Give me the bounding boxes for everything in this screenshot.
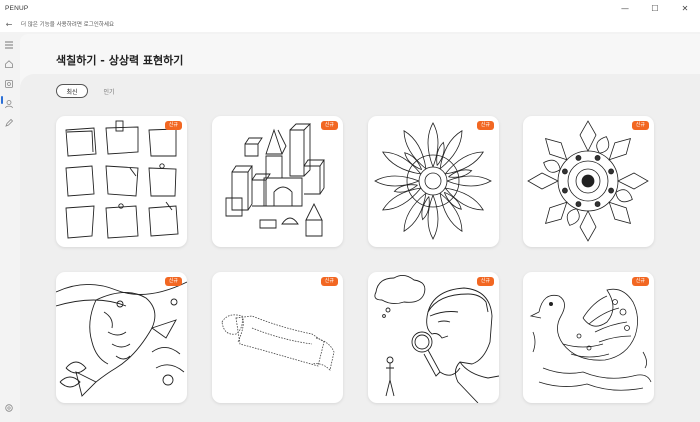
profile-icon[interactable]: [0, 98, 18, 110]
window-controls: — ☐ ✕: [610, 0, 700, 16]
coloring-card-swan-pattern[interactable]: 신규: [523, 272, 654, 403]
coloring-card-sticky-notes[interactable]: 신규: [56, 116, 187, 247]
new-badge: 신규: [631, 277, 649, 286]
tab-popular[interactable]: 인기: [96, 84, 122, 98]
coloring-card-man-with-magnifier[interactable]: 신규: [368, 272, 499, 403]
ribbon-banner-image: [221, 314, 335, 371]
close-button[interactable]: ✕: [670, 0, 700, 16]
toy-blocks-image: [225, 123, 325, 237]
new-badge: 신규: [320, 277, 338, 286]
new-badge: 신규: [320, 121, 338, 130]
pen-icon[interactable]: [0, 117, 18, 129]
settings-icon[interactable]: [0, 402, 18, 414]
new-badge: 신규: [164, 121, 182, 130]
content-panel: 최신 인기 신규 신규 신규 신규 신규 신규 신규 신규: [20, 74, 700, 422]
maximize-button[interactable]: ☐: [640, 0, 670, 16]
ornate-mandala-image: [527, 120, 649, 242]
koi-fish-image: [56, 281, 187, 397]
coloring-icon[interactable]: [0, 78, 18, 90]
coloring-card-koi-fish[interactable]: 신규: [56, 272, 187, 403]
main-content: 색칠하기 - 상상력 표현하기 최신 인기 신규 신규 신규 신규 신규 신규 …: [20, 34, 700, 422]
coloring-card-ribbon-banner[interactable]: 신규: [212, 272, 343, 403]
man-with-magnifier-image: [374, 275, 499, 403]
home-icon[interactable]: [0, 58, 18, 70]
title-bar: PENUP — ☐ ✕: [0, 0, 700, 16]
page-title: 색칠하기 - 상상력 표현하기: [56, 54, 184, 67]
new-badge: 신규: [631, 121, 649, 130]
back-button[interactable]: ←: [0, 16, 18, 32]
swan-pattern-image: [529, 288, 652, 391]
login-prompt-link[interactable]: 더 많은 기능을 사용하려면 로그인하세요: [21, 20, 114, 28]
coloring-card-ornate-mandala[interactable]: 신규: [523, 116, 654, 247]
coloring-card-toy-blocks[interactable]: 신규: [212, 116, 343, 247]
new-badge: 신규: [164, 277, 182, 286]
new-badge: 신규: [476, 277, 494, 286]
sidebar: [0, 32, 18, 422]
menu-icon[interactable]: [0, 39, 18, 51]
tab-latest[interactable]: 최신: [56, 84, 88, 98]
sticky-notes-image: [65, 120, 179, 239]
new-badge: 신규: [476, 121, 494, 130]
minimize-button[interactable]: —: [610, 0, 640, 16]
coloring-card-flower-mandala[interactable]: 신규: [368, 116, 499, 247]
app-title: PENUP: [5, 4, 29, 12]
flower-mandala-image: [374, 122, 492, 240]
login-bar: ← 더 많은 기능을 사용하려면 로그인하세요: [0, 16, 700, 32]
